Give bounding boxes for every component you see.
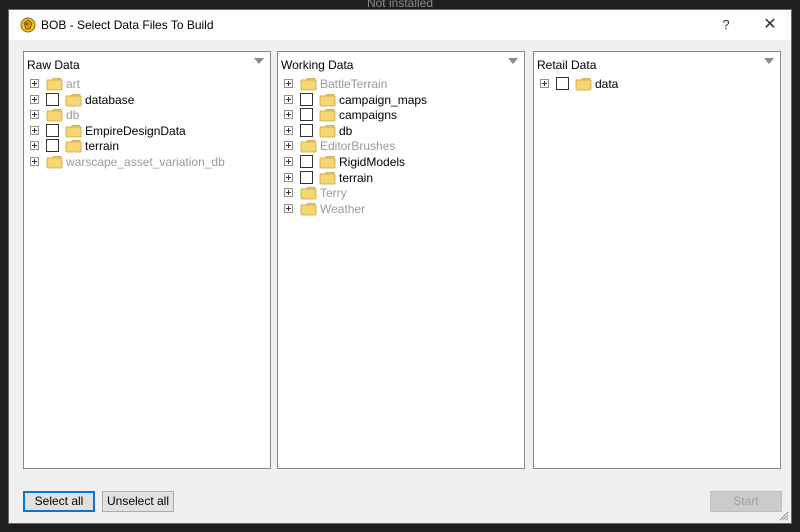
tree-item-checkbox[interactable]	[300, 154, 313, 168]
tree-item-checkbox[interactable]	[46, 139, 59, 153]
tree-item-label: art	[66, 77, 81, 91]
dialog-window: BOB - Select Data Files To Build ? ✕ Raw…	[8, 9, 792, 524]
tree-item[interactable]: RigidModels	[284, 154, 524, 170]
expand-plus-icon[interactable]	[30, 141, 39, 151]
tree-item[interactable]: warscape_asset_variation_db	[30, 154, 270, 170]
panel-header: Raw Data	[27, 58, 80, 72]
tree-item-label: db	[339, 123, 353, 138]
tree-item[interactable]: terrain	[30, 138, 270, 154]
background-strip: Not installed	[0, 0, 800, 10]
tree-item[interactable]: data	[540, 76, 780, 92]
tree-item-label: Weather	[320, 201, 366, 216]
folder-icon	[300, 140, 317, 153]
expand-plus-icon[interactable]	[284, 94, 293, 104]
collapse-caret-icon[interactable]	[508, 58, 518, 64]
tree-item[interactable]: Weather	[284, 201, 524, 217]
folder-icon	[319, 109, 336, 122]
tree-item-label: Terry	[320, 186, 347, 201]
tree-item-checkbox[interactable]	[300, 108, 313, 122]
expand-plus-icon[interactable]	[30, 110, 39, 120]
tree-item-label: BattleTerrain	[320, 77, 388, 91]
tree-item[interactable]: Terry	[284, 185, 524, 201]
tree-item[interactable]: EmpireDesignData	[30, 123, 270, 139]
window-title: BOB - Select Data Files To Build	[41, 18, 214, 32]
select-all-button[interactable]: Select all	[23, 491, 95, 512]
folder-icon	[300, 78, 317, 91]
folder-icon	[65, 93, 82, 106]
expand-plus-icon[interactable]	[284, 172, 293, 182]
collapse-caret-icon[interactable]	[764, 58, 774, 64]
tree-item-label: EditorBrushes	[320, 139, 396, 154]
expand-plus-icon[interactable]	[284, 110, 293, 120]
tree-item[interactable]: db	[30, 107, 270, 123]
tree-item-label: campaign_maps	[339, 92, 428, 107]
expand-plus-icon[interactable]	[284, 156, 293, 166]
expand-plus-icon[interactable]	[284, 141, 293, 151]
expand-plus-icon[interactable]	[30, 156, 39, 166]
retail-data-panel[interactable]: Retail Data data	[533, 51, 781, 469]
tree-view: data	[540, 76, 780, 92]
expand-plus-icon[interactable]	[30, 79, 39, 88]
folder-icon	[46, 109, 63, 122]
tree-item[interactable]: EditorBrushes	[284, 138, 524, 154]
tree-item[interactable]: db	[284, 123, 524, 139]
folder-icon	[46, 78, 63, 91]
working-data-panel[interactable]: Working Data BattleTerrain campaign_maps c…	[277, 51, 525, 469]
folder-icon	[300, 187, 317, 200]
folder-icon	[319, 93, 336, 106]
tree-item[interactable]: database	[30, 92, 270, 108]
folder-icon	[319, 124, 336, 138]
unselect-all-button[interactable]: Unselect all	[102, 491, 174, 512]
expand-plus-icon[interactable]	[284, 203, 293, 213]
tree-item-label: RigidModels	[339, 154, 406, 169]
tree-view: art database db EmpireDesignData terrain wars…	[30, 76, 270, 170]
tree-item-label: terrain	[85, 139, 120, 154]
expand-plus-icon[interactable]	[540, 79, 549, 88]
tree-item-label: data	[595, 77, 619, 91]
resize-grip-icon[interactable]	[779, 511, 789, 521]
tree-item[interactable]: terrain	[284, 170, 524, 186]
tree-item-checkbox[interactable]	[46, 92, 59, 106]
tree-item[interactable]: campaign_maps	[284, 92, 524, 108]
expand-plus-icon[interactable]	[284, 188, 293, 198]
folder-icon	[319, 171, 336, 184]
tree-item-checkbox[interactable]	[556, 77, 569, 90]
tree-item-label: db	[66, 108, 80, 123]
tree-item-label: EmpireDesignData	[85, 123, 186, 138]
collapse-caret-icon[interactable]	[254, 58, 264, 64]
expand-plus-icon[interactable]	[284, 125, 293, 135]
tree-item-checkbox[interactable]	[300, 170, 313, 184]
tree-item[interactable]: art	[30, 76, 270, 92]
close-button[interactable]: ✕	[755, 14, 785, 36]
expand-plus-icon[interactable]	[30, 94, 39, 104]
panel-header: Working Data	[281, 58, 354, 72]
tree-item-label: terrain	[339, 170, 374, 185]
tree-item-checkbox[interactable]	[300, 123, 313, 137]
help-button[interactable]: ?	[711, 14, 741, 36]
folder-icon	[300, 202, 317, 216]
tree-item-label: database	[85, 92, 135, 107]
start-button[interactable]: Start	[710, 491, 782, 512]
tree-item[interactable]: BattleTerrain	[284, 76, 524, 92]
tree-item-label: warscape_asset_variation_db	[66, 154, 225, 169]
app-icon	[20, 17, 36, 33]
expand-plus-icon[interactable]	[30, 125, 39, 135]
tree-item-checkbox[interactable]	[300, 92, 313, 106]
folder-icon	[46, 156, 63, 169]
folder-icon	[575, 78, 592, 91]
folder-icon	[65, 124, 82, 138]
tree-item-label: campaigns	[339, 108, 398, 123]
folder-icon	[65, 140, 82, 153]
expand-plus-icon[interactable]	[284, 79, 293, 88]
panel-header: Retail Data	[537, 58, 597, 72]
tree-item-checkbox[interactable]	[46, 123, 59, 137]
raw-data-panel[interactable]: Raw Data art database db EmpireDesignData te…	[23, 51, 271, 469]
tree-item[interactable]: campaigns	[284, 107, 524, 123]
folder-icon	[319, 156, 336, 169]
tree-view: BattleTerrain campaign_maps campaigns db Edi…	[284, 76, 524, 216]
title-bar: BOB - Select Data Files To Build ? ✕	[9, 10, 791, 40]
